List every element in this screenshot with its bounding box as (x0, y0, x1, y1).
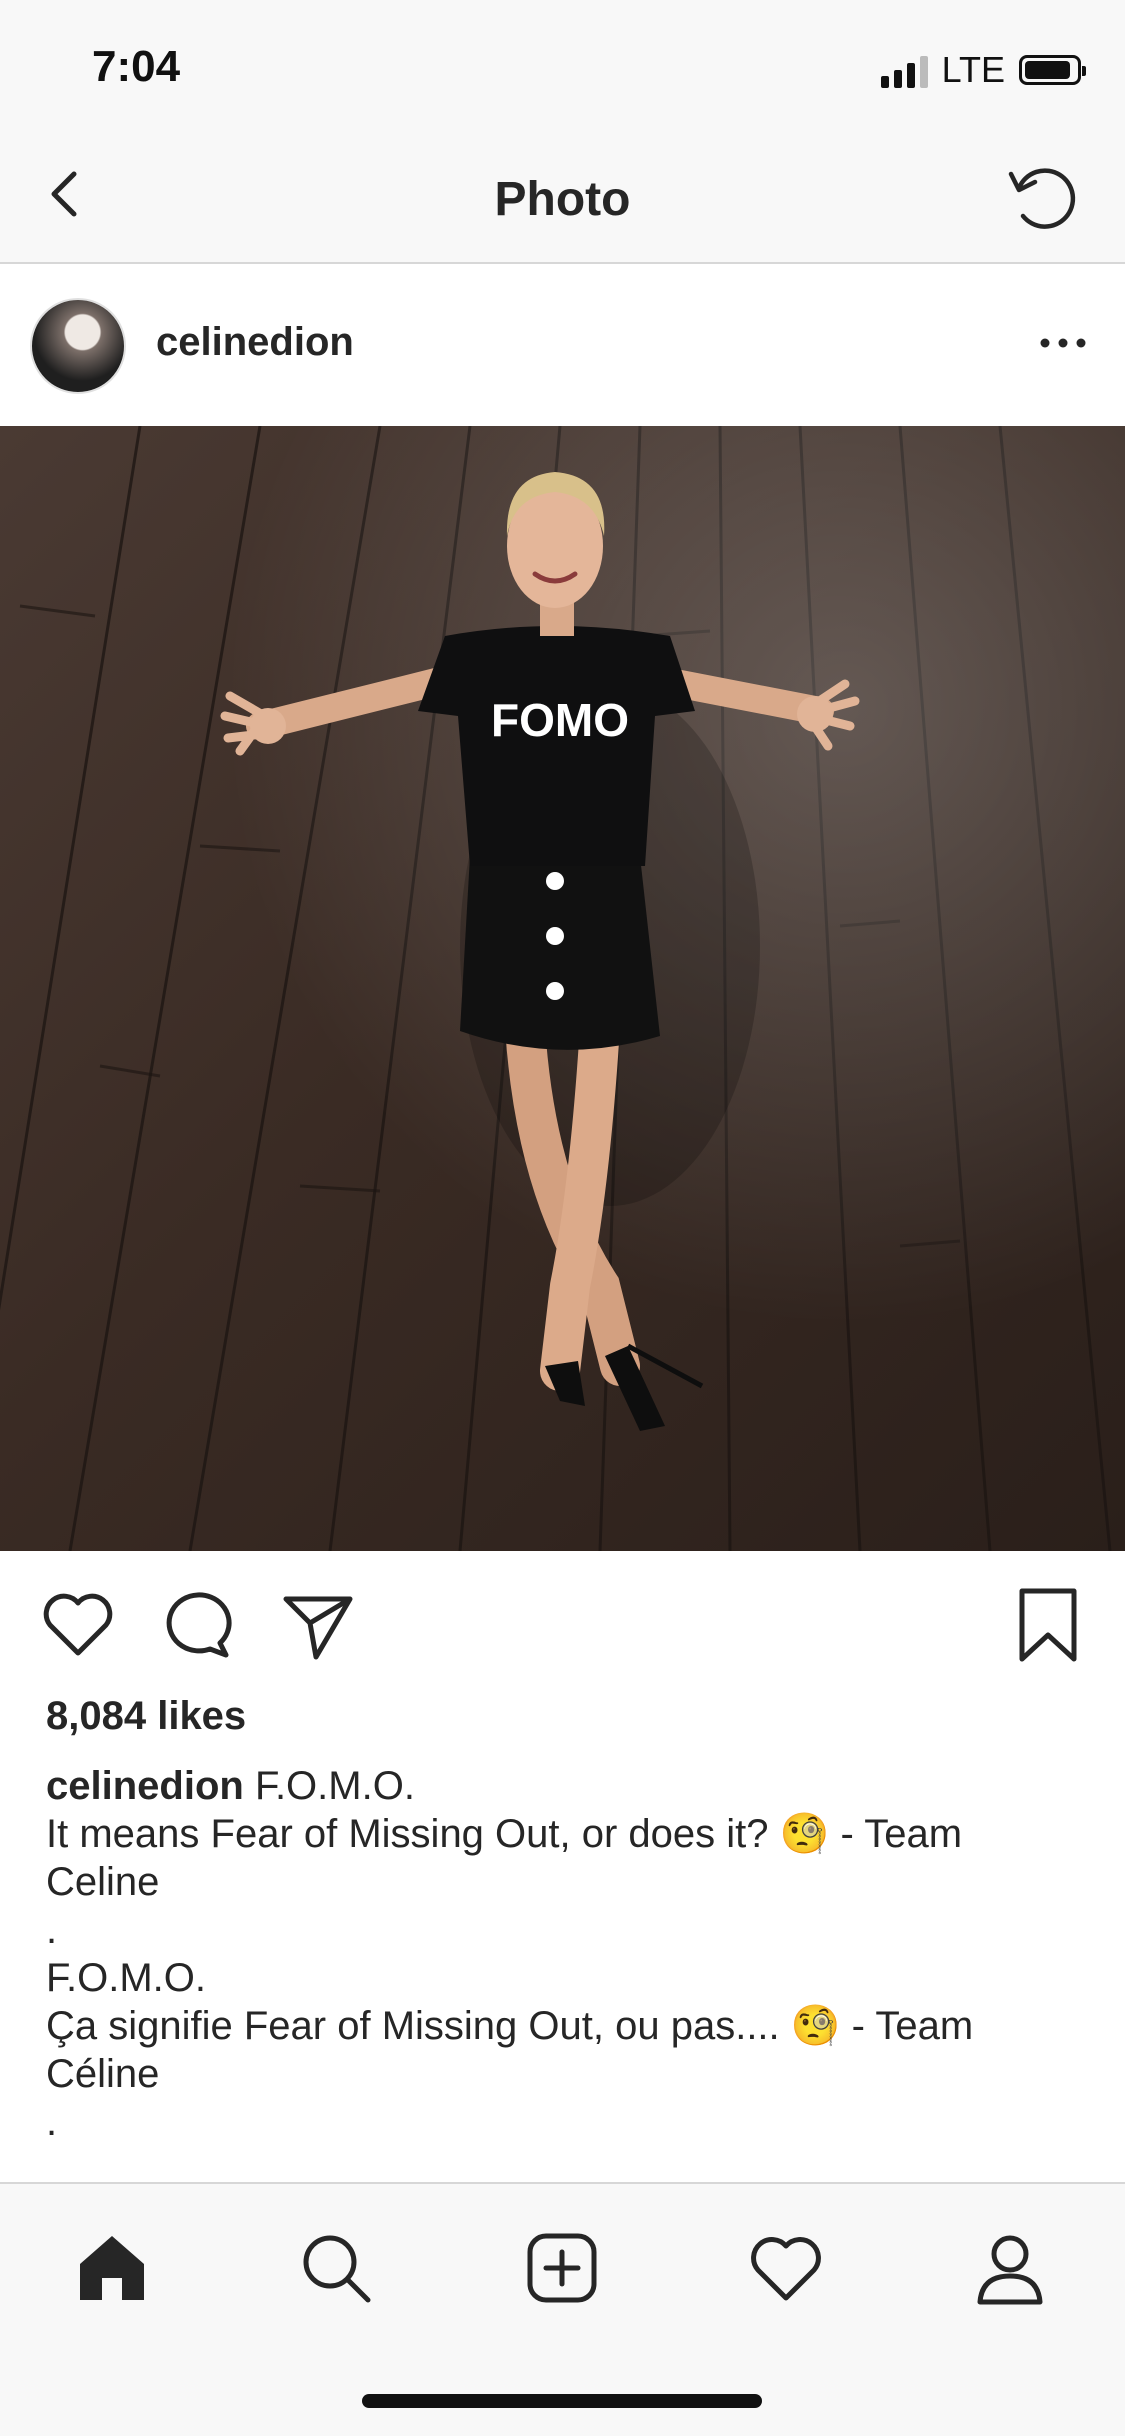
caption-line: It means Fear of Missing Out, or does it… (46, 1812, 963, 1904)
caption-username[interactable]: celinedion (46, 1764, 244, 1808)
page-title: Photo (494, 173, 631, 226)
post-actions (0, 1551, 1125, 1691)
caption-first-line: F.O.M.O. (254, 1764, 415, 1808)
search-icon[interactable] (296, 2228, 376, 2308)
tab-bar (0, 2182, 1125, 2436)
avatar[interactable] (30, 298, 126, 394)
comment-icon[interactable] (158, 1585, 238, 1665)
network-type: LTE (941, 49, 1005, 90)
post-username[interactable]: celinedion (156, 320, 354, 365)
home-indicator[interactable] (362, 2394, 762, 2408)
status-indicators: LTE (880, 48, 1086, 92)
post-caption: celinedion F.O.M.O. It means Fear of Mis… (46, 1762, 1086, 2146)
shirt-print: FOMO (491, 694, 629, 746)
caption-line: F.O.M.O. (46, 1956, 206, 2000)
more-options-icon[interactable] (1033, 328, 1093, 358)
post-photo[interactable]: FOMO (0, 426, 1125, 1551)
profile-icon[interactable] (970, 2228, 1050, 2308)
battery-level (1025, 61, 1070, 79)
status-time: 7:04 (92, 42, 181, 91)
battery-icon (1019, 55, 1086, 85)
post-header: celinedion (0, 266, 1125, 426)
cellular-signal-icon (880, 52, 928, 88)
bookmark-icon[interactable] (1008, 1585, 1088, 1665)
home-icon[interactable] (72, 2228, 152, 2308)
caption-line: . (46, 2100, 58, 2144)
refresh-icon[interactable] (1005, 158, 1081, 234)
heart-icon[interactable] (38, 1585, 118, 1665)
add-post-icon[interactable] (522, 2228, 602, 2308)
status-bar: 7:04 LTE (0, 0, 1125, 132)
activity-heart-icon[interactable] (746, 2228, 826, 2308)
navigation-bar: Photo (0, 132, 1125, 264)
caption-line: Ça signifie Fear of Missing Out, ou pas.… (46, 2004, 974, 2096)
likes-count[interactable]: 8,084 likes (46, 1694, 246, 1739)
send-icon[interactable] (278, 1585, 358, 1665)
caption-line: . (46, 1908, 58, 1952)
